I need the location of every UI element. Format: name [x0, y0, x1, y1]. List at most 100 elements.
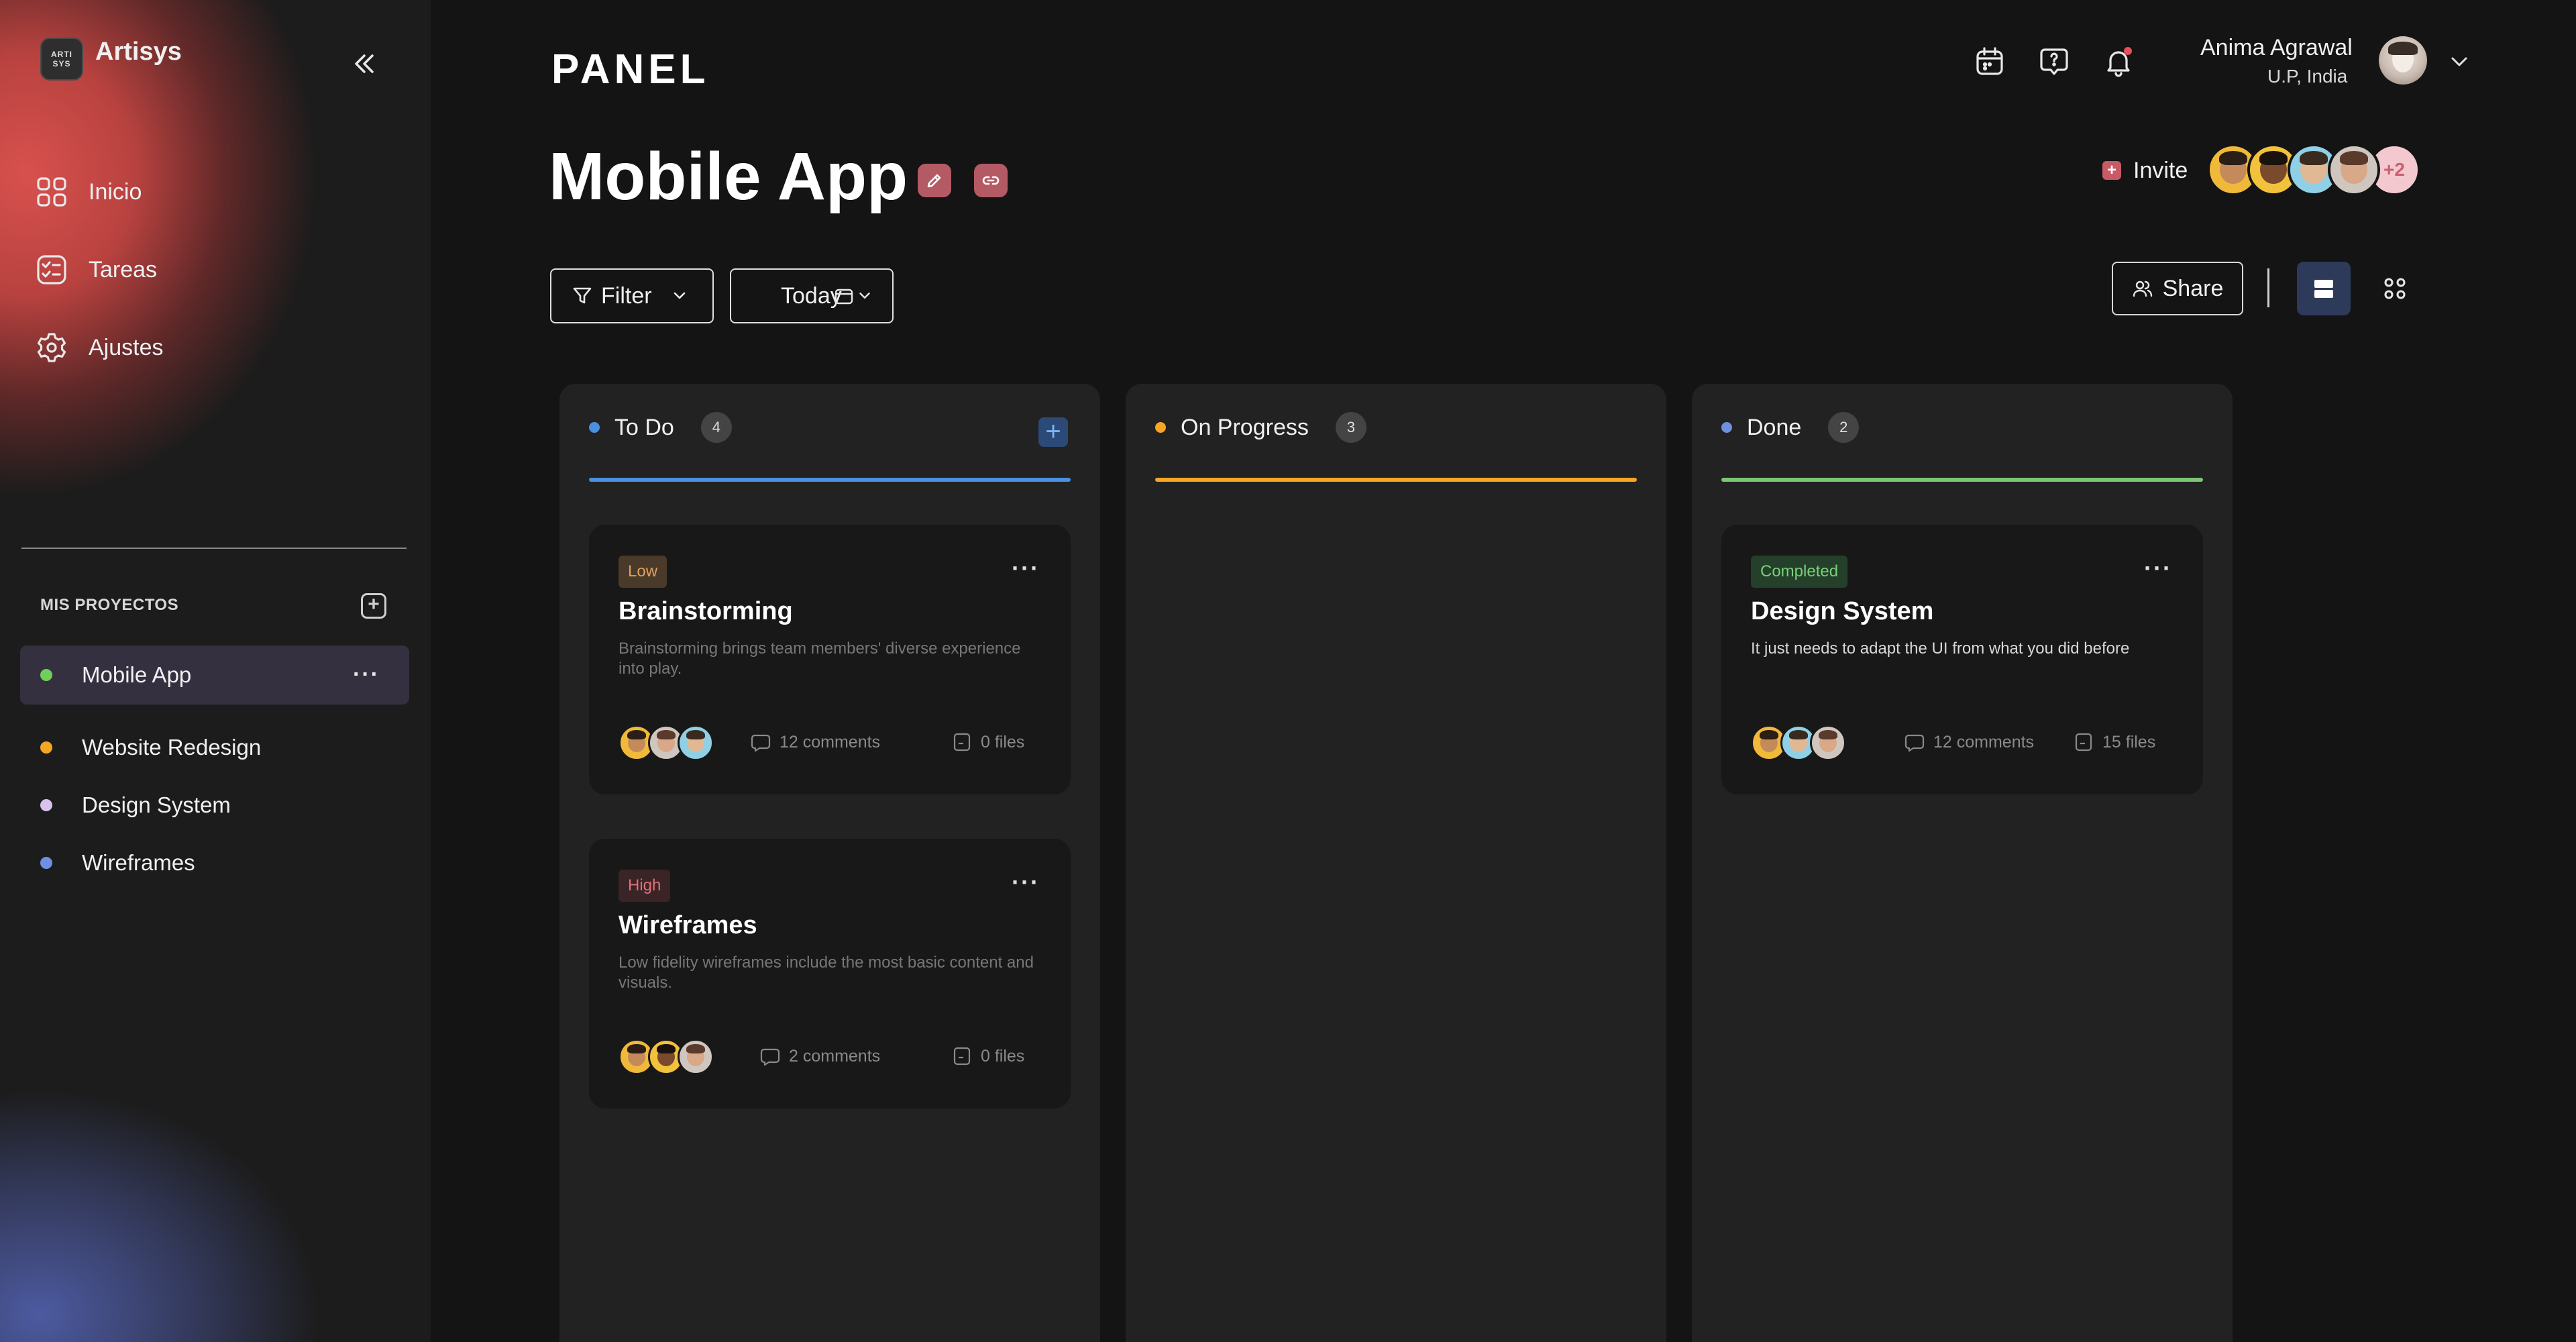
team-avatars[interactable]: +2 [2207, 144, 2420, 196]
project-color-dot [40, 669, 52, 681]
logo-text: Artisys [95, 38, 182, 66]
nav-label-ajustes: Ajustes [89, 334, 164, 360]
nav-item-ajustes[interactable]: Ajustes [35, 327, 164, 368]
project-color-dot [40, 799, 52, 811]
toolbar-divider [2267, 268, 2269, 307]
card-title: Brainstorming [619, 597, 793, 625]
link-icon [982, 176, 1000, 185]
task-card[interactable]: Low ··· Brainstorming Brainstorming brin… [589, 525, 1071, 794]
pencil-icon [927, 174, 941, 188]
more-options-icon[interactable]: ··· [353, 662, 380, 688]
files-count[interactable]: 15 files [2073, 731, 2155, 753]
column-count-badge: 4 [700, 412, 732, 443]
comments-count[interactable]: 12 comments [750, 731, 880, 753]
nav-label-inicio: Inicio [89, 178, 142, 205]
tasks-icon [35, 253, 68, 287]
column-header: To Do 4 [589, 412, 732, 443]
share-label: Share [2162, 275, 2224, 301]
notification-dot [2124, 47, 2132, 55]
task-card[interactable]: Completed ··· Design System It just need… [1721, 525, 2203, 794]
plus-icon: + [1045, 417, 1061, 446]
column-status-dot [1721, 422, 1732, 433]
comments-label: 12 comments [780, 732, 881, 752]
column-header: Done 2 [1721, 412, 1860, 443]
column-count-badge: 3 [1335, 412, 1366, 443]
card-description: Brainstorming brings team members' diver… [619, 639, 1021, 678]
files-count[interactable]: 0 files [951, 731, 1024, 753]
users-icon [2133, 280, 2152, 297]
column-title: Done [1747, 414, 1802, 440]
priority-badge: Low [619, 556, 667, 588]
help-button[interactable] [2035, 43, 2073, 81]
files-label: 0 files [981, 732, 1025, 752]
calendar-button[interactable] [1971, 43, 2008, 81]
copy-link-button[interactable] [974, 164, 1008, 197]
comment-icon [760, 1048, 780, 1066]
comments-label: 2 comments [789, 1046, 881, 1066]
user-avatar[interactable] [2379, 36, 2427, 85]
avatar [2328, 144, 2380, 196]
date-filter-button[interactable]: Today [730, 268, 894, 323]
file-icon [2075, 733, 2092, 752]
filter-button[interactable]: Filter [550, 268, 714, 323]
project-item-design-system[interactable]: Design System [20, 776, 409, 835]
column-status-dot [589, 422, 600, 433]
assignee-avatars [1751, 725, 1846, 761]
notifications-button[interactable] [2100, 43, 2137, 81]
card-description: It just needs to adapt the UI from what … [1751, 639, 2130, 658]
add-project-button[interactable]: + [361, 593, 386, 619]
add-task-button[interactable]: + [1038, 417, 1068, 447]
filter-icon [573, 287, 592, 304]
projects-heading: MIS PROYECTOS [40, 596, 179, 614]
task-card[interactable]: High ··· Wireframes Low fidelity wirefra… [589, 839, 1071, 1108]
calendar-small-icon [835, 289, 853, 305]
comment-icon [1904, 734, 1925, 752]
user-menu-toggle[interactable] [2446, 48, 2473, 75]
edit-title-button[interactable] [918, 164, 951, 197]
user-location: U.P, India [2267, 66, 2348, 87]
chevron-down-icon [674, 292, 685, 299]
column-todo: To Do 4 + Low ··· Brainstorming Brainsto… [559, 384, 1100, 1342]
project-item-wireframes[interactable]: Wireframes [20, 833, 409, 892]
card-title: Wireframes [619, 911, 757, 939]
status-badge: Completed [1751, 556, 1848, 588]
assignee-avatars [619, 725, 714, 761]
priority-badge: High [619, 870, 671, 902]
grid-dots-icon [2384, 278, 2406, 299]
more-options-icon[interactable]: ··· [2144, 554, 2172, 582]
card-description: Low fidelity wireframes include the most… [619, 953, 1034, 992]
more-options-icon[interactable]: ··· [1012, 868, 1040, 896]
column-title: On Progress [1181, 414, 1309, 440]
more-options-icon[interactable]: ··· [1012, 554, 1040, 582]
files-label: 0 files [981, 1046, 1025, 1066]
project-label: Mobile App [82, 662, 192, 687]
gear-icon [35, 331, 68, 364]
project-color-dot [40, 857, 52, 869]
share-button[interactable]: Share [2112, 262, 2243, 315]
nav-item-tareas[interactable]: Tareas [35, 250, 157, 290]
project-label: Design System [82, 792, 231, 817]
files-count[interactable]: 0 files [951, 1045, 1024, 1067]
project-item-website-redesign[interactable]: Website Redesign [20, 718, 409, 777]
comment-icon [751, 734, 771, 752]
user-name: Anima Agrawal [2200, 35, 2353, 60]
files-label: 15 files [2102, 732, 2156, 752]
column-progress-line [1721, 478, 2203, 482]
project-item-mobile-app[interactable]: Mobile App ··· [20, 646, 409, 705]
card-title: Design System [1751, 597, 1934, 625]
avatar [678, 1039, 714, 1075]
invite-button[interactable]: + Invite [2102, 154, 2188, 187]
nav-item-inicio[interactable]: Inicio [35, 172, 142, 212]
calendar-icon [1976, 47, 2003, 75]
file-icon [953, 1047, 971, 1066]
comments-count[interactable]: 12 comments [1904, 731, 2034, 753]
list-view-toggle[interactable] [2297, 262, 2351, 315]
logo-mark: ARTI SYS [40, 38, 83, 81]
collapse-sidebar-button[interactable] [347, 47, 381, 81]
comments-count[interactable]: 2 comments [759, 1045, 880, 1067]
comments-label: 12 comments [1933, 732, 2035, 752]
nav-label-tareas: Tareas [89, 256, 158, 282]
project-color-dot [40, 741, 52, 754]
invite-label: Invite [2133, 157, 2188, 183]
grid-view-toggle[interactable] [2375, 268, 2415, 309]
